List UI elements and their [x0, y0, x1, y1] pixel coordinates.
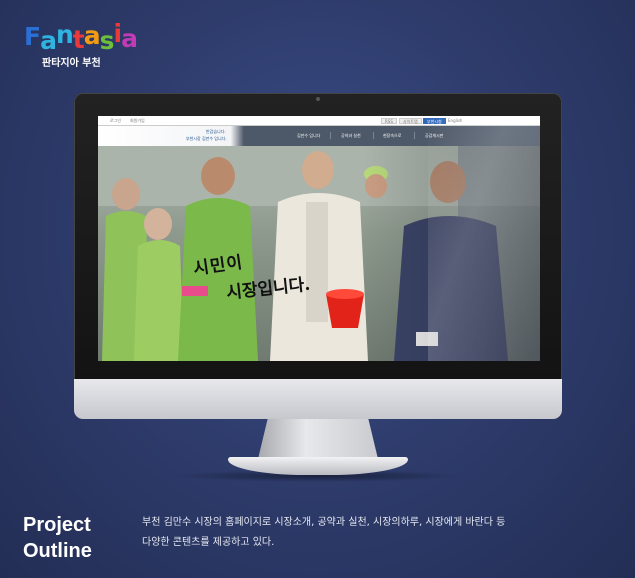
nav-divider: [330, 132, 331, 139]
camera-icon: [316, 97, 320, 101]
login-link[interactable]: 로그인: [110, 118, 121, 124]
description-line2: 다양한 콘텐츠를 제공하고 있다.: [142, 537, 275, 548]
logo-letter: i: [113, 19, 122, 48]
heading-line2: Outline: [23, 540, 92, 562]
sitemap-button[interactable]: 사이트맵: [399, 118, 422, 124]
website-screenshot: 로그인 회원가입 RSS 사이트맵 부천시청 English 반갑습니다. 부천…: [98, 116, 540, 361]
nav-divider: [373, 132, 374, 139]
rss-button[interactable]: RSS: [381, 118, 397, 124]
monitor-chin: [74, 379, 562, 419]
logo-letter: a: [40, 26, 57, 55]
description-line1: 부천 김만수 시장의 홈페이지로 시장소개, 공약과 실천, 시장의하루, 시장…: [142, 517, 506, 528]
logo-wordmark: Fantasia: [24, 19, 138, 55]
logo-letter: a: [121, 24, 138, 53]
monitor-display: 로그인 회원가입 RSS 사이트맵 부천시청 English 반갑습니다. 부천…: [74, 93, 562, 419]
nav-item-pledges[interactable]: 공약과 실천: [341, 133, 361, 139]
logo-letter: t: [72, 25, 85, 54]
logo-letter: s: [99, 26, 115, 55]
fantasia-logo: Fantasia 판타지아 부천: [24, 19, 138, 74]
logo-letter: n: [55, 20, 74, 49]
brand-greeting: 반갑습니다.: [206, 129, 226, 134]
signup-link[interactable]: 회원가입: [130, 118, 145, 124]
logo-subtitle: 판타지아 부천: [42, 58, 101, 69]
monitor-stand-neck: [258, 419, 378, 459]
logo-letter: F: [24, 22, 41, 51]
nav-item-field[interactable]: 현장속으로: [383, 133, 401, 139]
nav-item-about[interactable]: 김만수 입니다: [297, 133, 320, 139]
screen-glare: [428, 116, 540, 361]
heading-line1: Project: [23, 514, 91, 536]
logo-letter: a: [83, 21, 101, 50]
project-outline-heading: Project Outline: [23, 512, 123, 564]
nav-divider: [414, 132, 415, 139]
project-description: 부천 김만수 시장의 홈페이지로 시장소개, 공약과 실천, 시장의하루, 시장…: [142, 513, 582, 553]
brand-name: 부천시장 김만수 입니다.: [186, 136, 227, 141]
